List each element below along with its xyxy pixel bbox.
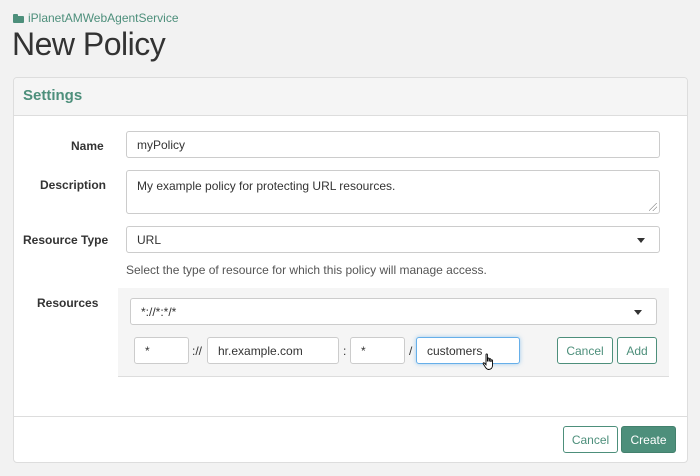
host-input[interactable]: hr.example.com — [207, 337, 339, 364]
resource-type-help: Select the type of resource for which th… — [126, 263, 487, 277]
scheme-input[interactable]: * — [134, 337, 189, 364]
path-input[interactable]: customers — [416, 337, 520, 364]
resource-add-button[interactable]: Add — [617, 337, 657, 364]
caret-down-icon — [637, 237, 645, 243]
port-input[interactable]: * — [350, 337, 405, 364]
panel-title: Settings — [14, 78, 687, 116]
description-value: My example policy for protecting URL res… — [137, 179, 396, 193]
hand-cursor-icon — [482, 353, 493, 370]
resource-pattern-select[interactable]: *://*:*/* — [130, 298, 657, 325]
settings-panel: Settings Name myPolicy Description My ex… — [13, 77, 688, 463]
resources-editor: *://*:*/* * :// hr.example.com : * / cus… — [118, 288, 669, 377]
description-textarea[interactable]: My example policy for protecting URL res… — [126, 170, 660, 214]
resize-handle-icon[interactable] — [649, 203, 657, 211]
scheme-value: * — [145, 343, 150, 358]
port-separator: : — [343, 344, 347, 358]
folder-icon — [13, 13, 24, 23]
scheme-separator: :// — [192, 344, 203, 358]
name-label: Name — [71, 139, 104, 153]
path-value: customers — [427, 343, 483, 358]
description-label: Description — [40, 178, 107, 192]
resource-pattern-value: *://*:*/* — [141, 304, 177, 319]
path-separator: / — [409, 344, 413, 358]
footer-divider — [14, 416, 687, 417]
port-value: * — [361, 343, 366, 358]
name-input-value: myPolicy — [137, 137, 186, 152]
resources-label: Resources — [37, 296, 99, 310]
caret-down-icon — [634, 309, 642, 315]
host-value: hr.example.com — [218, 343, 303, 358]
name-input[interactable]: myPolicy — [126, 131, 660, 158]
create-button[interactable]: Create — [621, 426, 676, 453]
resource-type-label: Resource Type — [23, 233, 109, 247]
page-title: New Policy — [12, 26, 166, 62]
breadcrumb-label[interactable]: iPlanetAMWebAgentService — [28, 11, 179, 25]
resource-type-value: URL — [137, 232, 162, 247]
resource-cancel-button[interactable]: Cancel — [557, 337, 613, 364]
resource-type-select[interactable]: URL — [126, 226, 660, 253]
cancel-button[interactable]: Cancel — [563, 426, 618, 453]
breadcrumb[interactable]: iPlanetAMWebAgentService — [13, 11, 179, 25]
